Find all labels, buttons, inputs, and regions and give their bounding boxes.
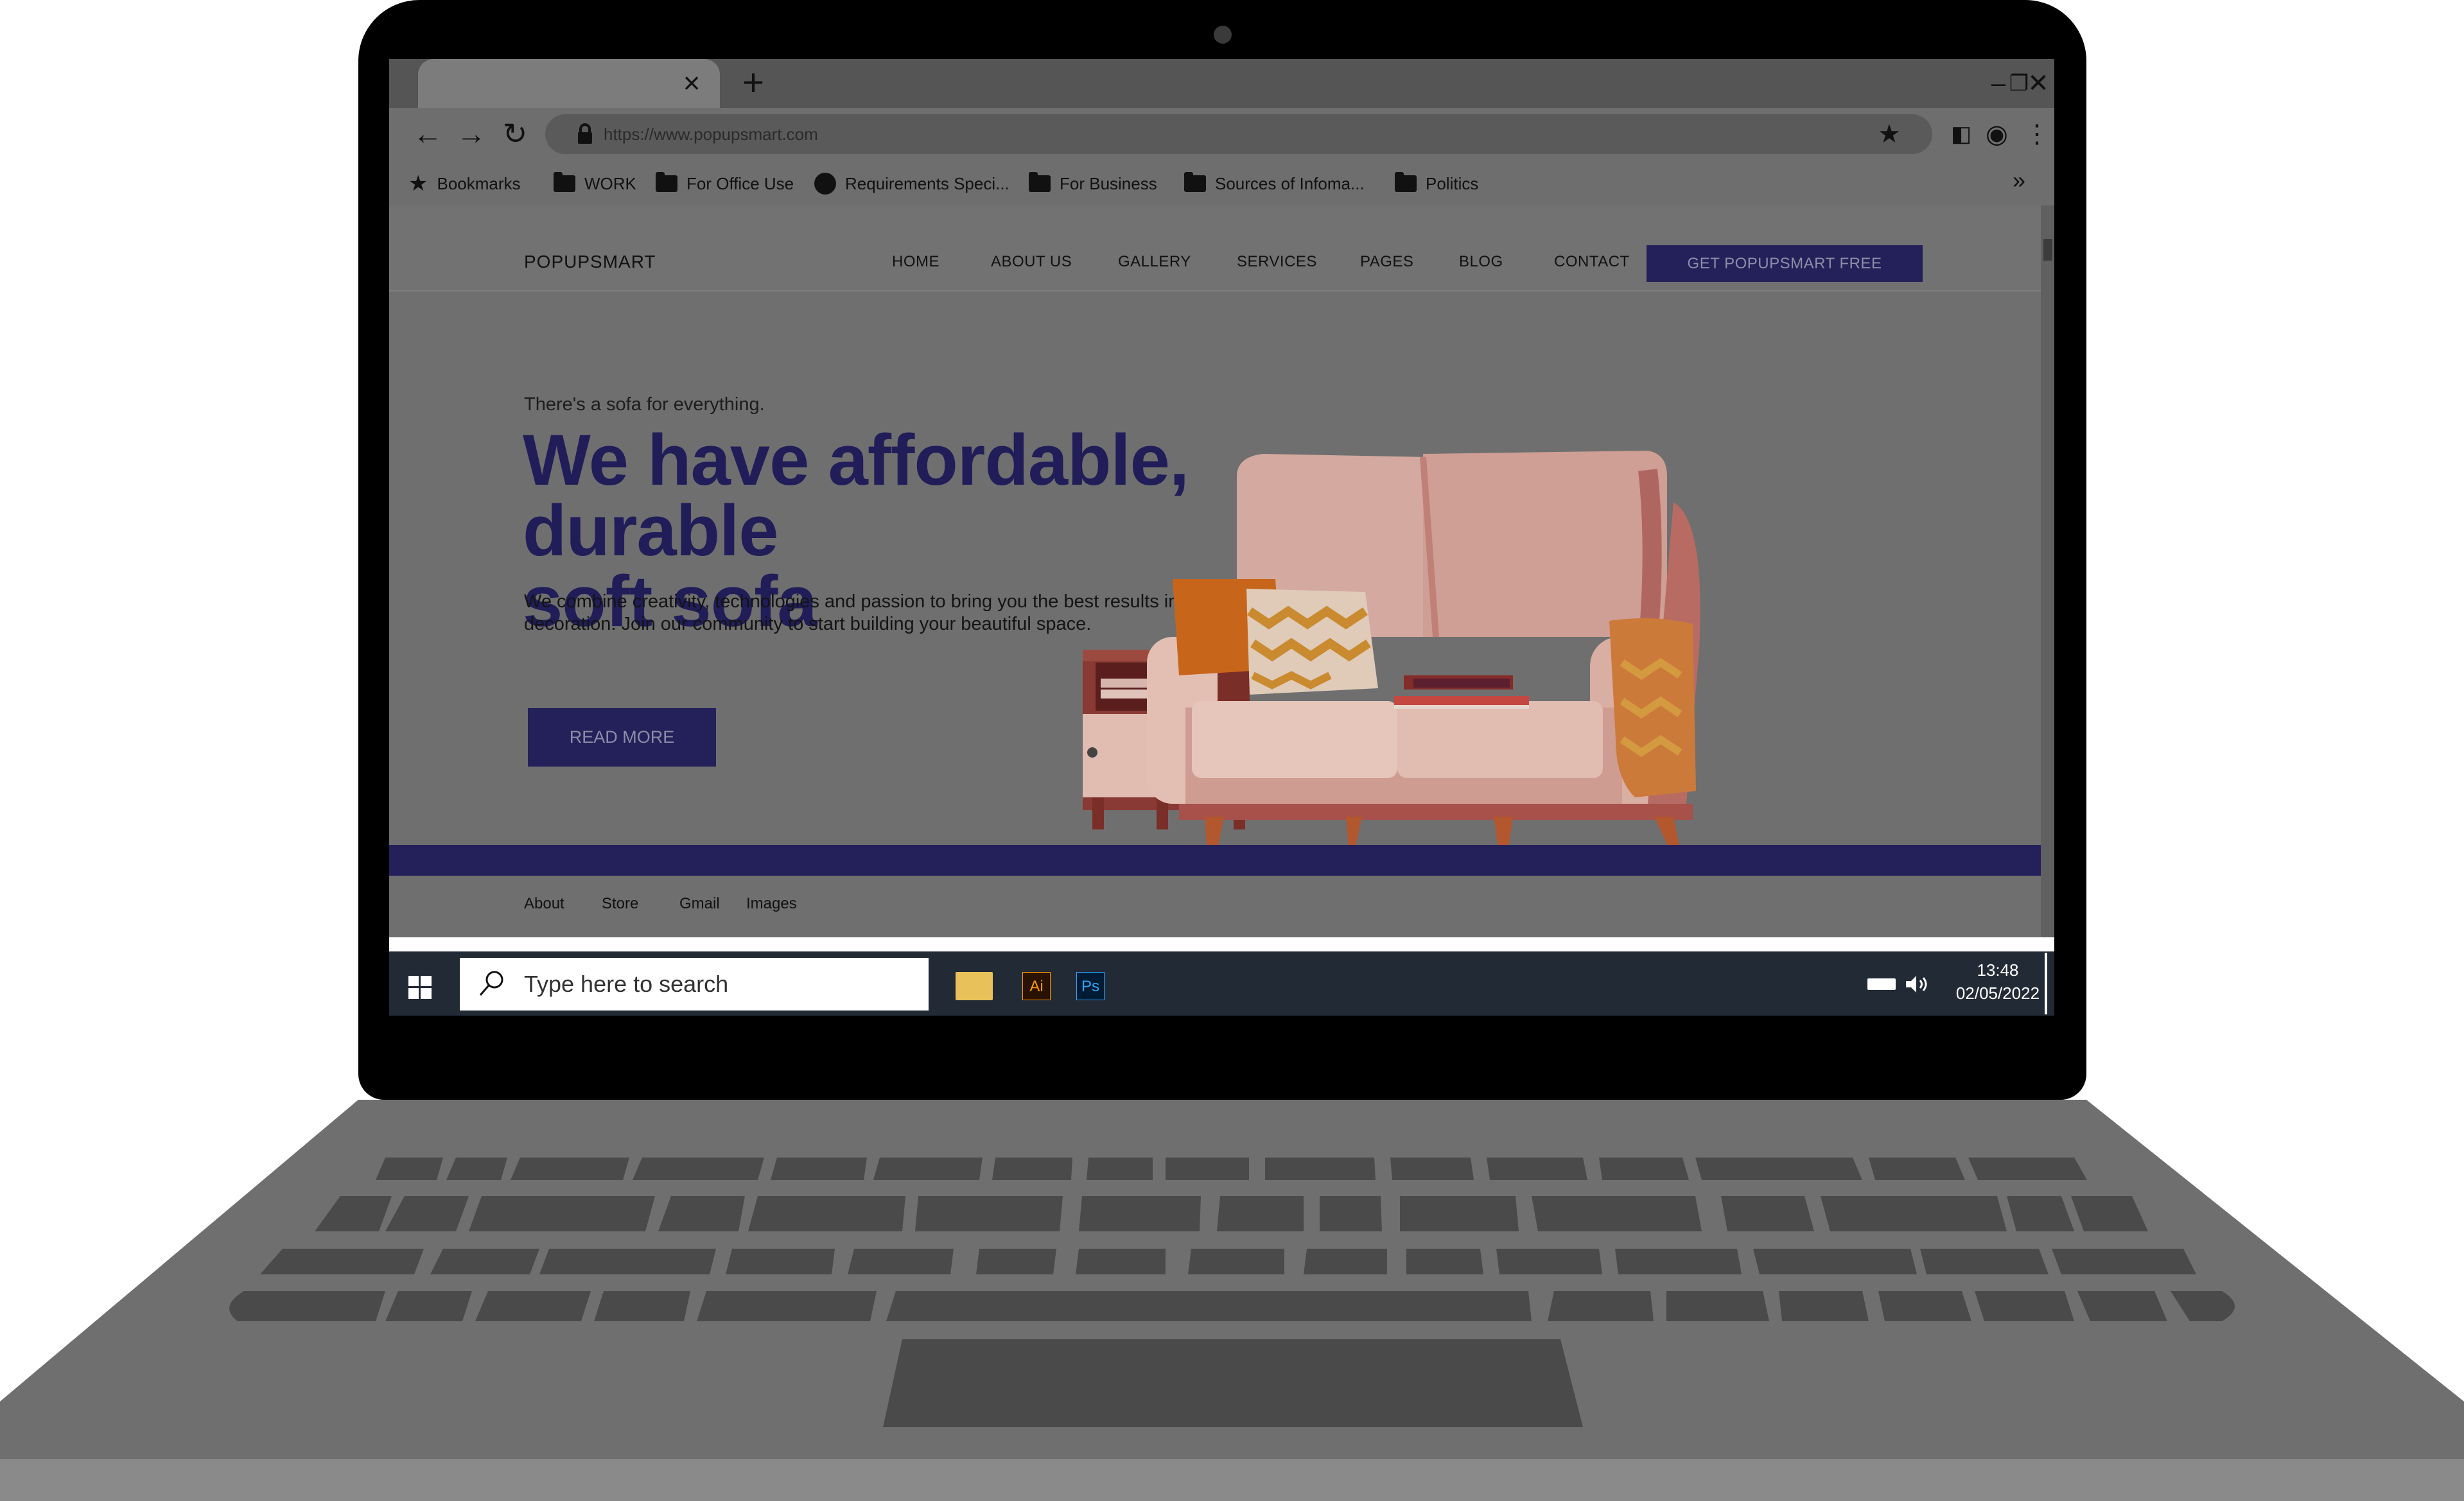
- nav-gallery[interactable]: GALLERY: [1118, 253, 1191, 271]
- reload-icon[interactable]: ↻: [496, 116, 534, 152]
- footer-link-gmail[interactable]: Gmail: [679, 895, 720, 913]
- site-logo[interactable]: POPUPSMART: [524, 252, 656, 272]
- folder-icon: [1184, 172, 1206, 192]
- search-icon: [479, 971, 503, 996]
- nav-services[interactable]: SERVICES: [1237, 253, 1317, 271]
- star-icon: ★: [408, 171, 428, 196]
- window-bottom-edge: [389, 937, 2054, 951]
- bookmark-label: Requirements Speci...: [845, 173, 1009, 193]
- screen: × + – ❐ ✕ ← → ↻ https://www.popupsmart.c…: [389, 59, 2054, 1016]
- photoshop-icon[interactable]: Ps: [1076, 972, 1105, 1000]
- battery-icon[interactable]: [1867, 978, 1896, 990]
- bookmark-star-icon[interactable]: ★: [1878, 118, 1901, 150]
- volume-icon[interactable]: [1905, 973, 1933, 995]
- clock-date[interactable]: 02/05/2022: [1950, 984, 2046, 1003]
- laptop-keyboard-base: [0, 1100, 2464, 1501]
- folder-icon: [1395, 172, 1417, 192]
- nav-home[interactable]: HOME: [892, 253, 939, 271]
- illustrator-icon[interactable]: Ai: [1022, 972, 1051, 1000]
- site-icon: [814, 173, 836, 195]
- side-panel-icon[interactable]: ◧: [1951, 118, 1971, 150]
- hero-tagline: There's a sofa for everything.: [524, 394, 765, 415]
- bookmark-label: WORK: [584, 173, 636, 193]
- bookmark-label: Sources of Infoma...: [1215, 173, 1365, 193]
- bookmark-item-sources[interactable]: Sources of Infoma...: [1184, 166, 1365, 202]
- show-desktop-button[interactable]: [2045, 953, 2047, 1014]
- bookmark-item-work[interactable]: WORK: [554, 166, 636, 202]
- browser-tab[interactable]: [418, 59, 720, 108]
- folder-icon: [1029, 172, 1051, 192]
- sofa-illustration: [1083, 451, 1700, 865]
- folder-icon: [656, 172, 677, 192]
- more-bookmarks-icon[interactable]: »: [2013, 167, 2025, 194]
- file-explorer-icon[interactable]: [956, 972, 993, 1000]
- new-tab-icon[interactable]: +: [736, 64, 771, 101]
- close-tab-icon[interactable]: ×: [677, 68, 706, 98]
- menu-icon[interactable]: ⋮: [2024, 118, 2050, 150]
- nav-pages[interactable]: PAGES: [1360, 253, 1413, 271]
- footer-link-about[interactable]: About: [524, 895, 564, 913]
- windows-start-icon[interactable]: [408, 976, 432, 999]
- bookmark-item-business[interactable]: For Business: [1029, 166, 1157, 202]
- bookmark-item-requirements[interactable]: Requirements Speci...: [814, 166, 1009, 202]
- bookmark-label: For Business: [1060, 173, 1157, 193]
- nav-blog[interactable]: BLOG: [1459, 253, 1503, 271]
- folder-icon: [554, 172, 575, 192]
- bookmark-item-politics[interactable]: Politics: [1395, 166, 1478, 202]
- url-text[interactable]: https://www.popupsmart.com: [604, 120, 818, 148]
- bookmark-label: For Office Use: [686, 173, 794, 193]
- get-popupsmart-button[interactable]: GET POPUPSMART FREE: [1647, 245, 1923, 282]
- forward-icon[interactable]: →: [452, 116, 491, 152]
- nav-contact[interactable]: CONTACT: [1554, 253, 1630, 271]
- nav-about-us[interactable]: ABOUT US: [991, 253, 1072, 271]
- lock-icon: [578, 123, 592, 144]
- navy-divider-bar: [389, 845, 2041, 876]
- scrollbar-thumb[interactable]: [2043, 239, 2052, 261]
- bookmark-label: Politics: [1426, 173, 1479, 193]
- profile-icon[interactable]: ◉: [1986, 118, 2008, 150]
- webcam: [1214, 26, 1232, 44]
- search-placeholder[interactable]: Type here to search: [524, 969, 728, 999]
- bookmark-item-office[interactable]: For Office Use: [656, 166, 794, 202]
- bookmark-item-bookmarks[interactable]: ★ Bookmarks: [408, 166, 521, 202]
- clock-time[interactable]: 13:48: [1950, 960, 2046, 980]
- read-more-button[interactable]: READ MORE: [528, 708, 716, 767]
- footer-link-store[interactable]: Store: [602, 895, 638, 913]
- footer-link-images[interactable]: Images: [746, 895, 797, 913]
- back-icon[interactable]: ←: [408, 116, 447, 152]
- close-window-icon[interactable]: ✕: [2019, 65, 2054, 101]
- scrollbar[interactable]: [2041, 205, 2054, 937]
- bookmark-label: Bookmarks: [437, 173, 521, 193]
